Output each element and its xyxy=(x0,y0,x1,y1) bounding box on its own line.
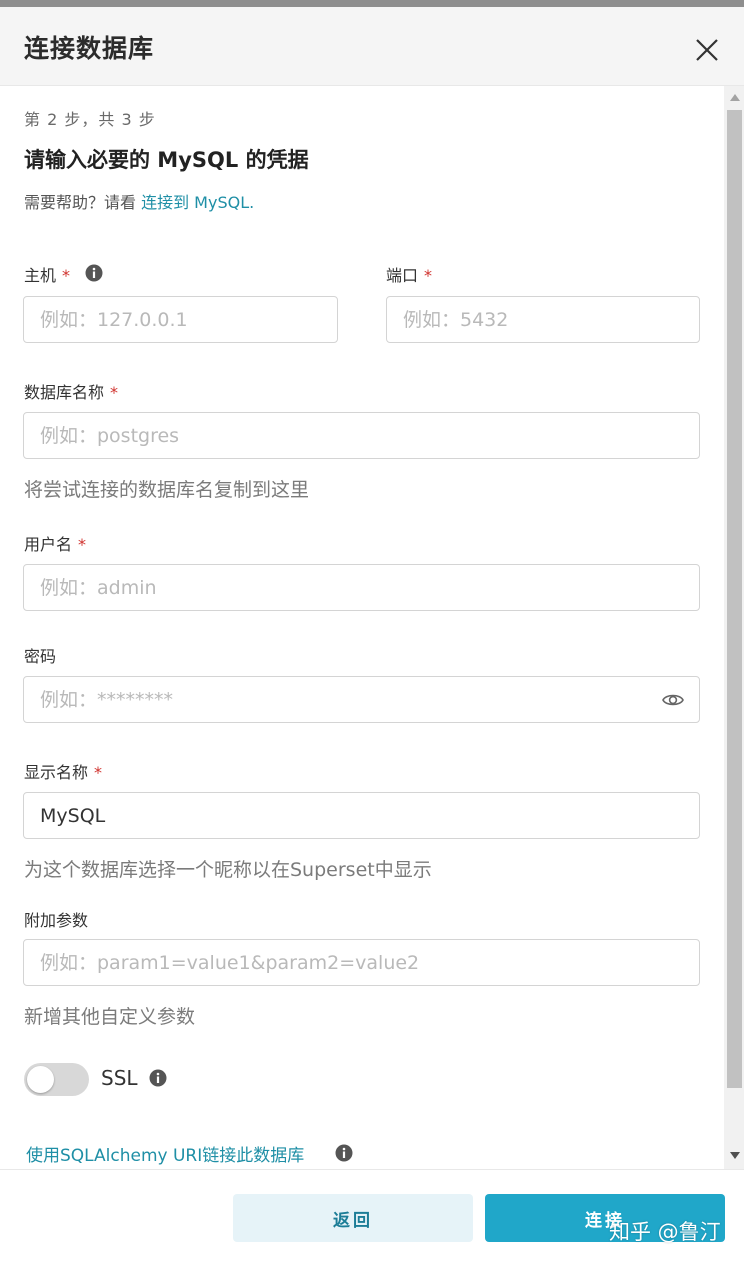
username-required-mark: * xyxy=(78,535,87,554)
modal-title: 连接数据库 xyxy=(24,34,155,63)
port-field[interactable] xyxy=(386,296,700,343)
help-prefix: 需要帮助？请看 xyxy=(24,193,142,212)
display-name-input[interactable] xyxy=(40,804,683,827)
scroll-up-arrow-icon[interactable] xyxy=(730,94,740,101)
host-info-icon[interactable] xyxy=(85,264,103,282)
username-label: 用户名 * xyxy=(24,531,86,555)
database-input[interactable] xyxy=(40,424,683,447)
ssl-toggle[interactable] xyxy=(24,1063,89,1096)
form-subtitle: 请输入必要的 MySQL 的凭据 xyxy=(24,148,309,172)
extra-input[interactable] xyxy=(40,951,683,974)
port-label-text: 端口 xyxy=(386,266,419,285)
display-name-hint: 为这个数据库选择一个昵称以在Superset中显示 xyxy=(24,859,432,881)
username-label-text: 用户名 xyxy=(24,535,73,554)
extra-field[interactable] xyxy=(23,939,700,986)
eye-icon[interactable] xyxy=(661,689,685,711)
display-name-field[interactable] xyxy=(23,792,700,839)
database-field[interactable] xyxy=(23,412,700,459)
help-link[interactable]: 连接到 MySQL. xyxy=(141,193,254,212)
port-label: 端口 * xyxy=(386,262,432,286)
modal-header: 连接数据库 xyxy=(0,7,744,86)
extra-label: 附加参数 xyxy=(24,907,88,931)
password-input[interactable] xyxy=(40,688,649,711)
display-name-label-text: 显示名称 xyxy=(24,763,89,782)
host-field[interactable] xyxy=(23,296,338,343)
step-indicator: 第 2 步，共 3 步 xyxy=(24,110,156,129)
display-name-label: 显示名称 * xyxy=(24,759,102,783)
host-required-mark: * xyxy=(62,266,71,285)
ssl-info-icon[interactable] xyxy=(149,1069,167,1087)
port-required-mark: * xyxy=(424,266,433,285)
password-label: 密码 xyxy=(24,643,56,667)
username-field[interactable] xyxy=(23,564,700,611)
ssl-label: SSL xyxy=(101,1066,138,1090)
help-text: 需要帮助？请看 连接到 MySQL. xyxy=(24,189,254,213)
database-required-mark: * xyxy=(110,383,119,402)
close-icon[interactable] xyxy=(693,36,721,64)
sqlalchemy-uri-link[interactable]: 使用SQLAlchemy URI链接此数据库 xyxy=(26,1141,304,1166)
extra-label-text: 附加参数 xyxy=(24,911,89,930)
extra-hint: 新增其他自定义参数 xyxy=(24,1006,196,1028)
host-label-text: 主机 xyxy=(24,266,57,285)
database-hint: 将尝试连接的数据库名复制到这里 xyxy=(24,479,310,501)
database-label-text: 数据库名称 xyxy=(24,383,105,402)
host-input[interactable] xyxy=(40,308,321,331)
modal-body: 第 2 步，共 3 步 请输入必要的 MySQL 的凭据 需要帮助？请看 连接到… xyxy=(0,86,724,1169)
window-top-bar xyxy=(0,0,744,7)
password-field[interactable] xyxy=(23,676,700,723)
database-label: 数据库名称 * xyxy=(24,379,118,403)
watermark: 知乎 @鲁汀 xyxy=(609,1220,721,1244)
uri-info-icon[interactable] xyxy=(335,1144,353,1162)
display-name-required-mark: * xyxy=(94,763,103,782)
port-input[interactable] xyxy=(403,308,683,331)
back-button[interactable]: 返回 xyxy=(233,1194,473,1242)
password-label-text: 密码 xyxy=(24,647,57,666)
scrollbar-thumb[interactable] xyxy=(727,110,742,1088)
scroll-down-arrow-icon[interactable] xyxy=(730,1152,740,1159)
host-label: 主机 * xyxy=(24,262,70,286)
username-input[interactable] xyxy=(40,576,683,599)
ssl-toggle-knob xyxy=(27,1066,54,1093)
